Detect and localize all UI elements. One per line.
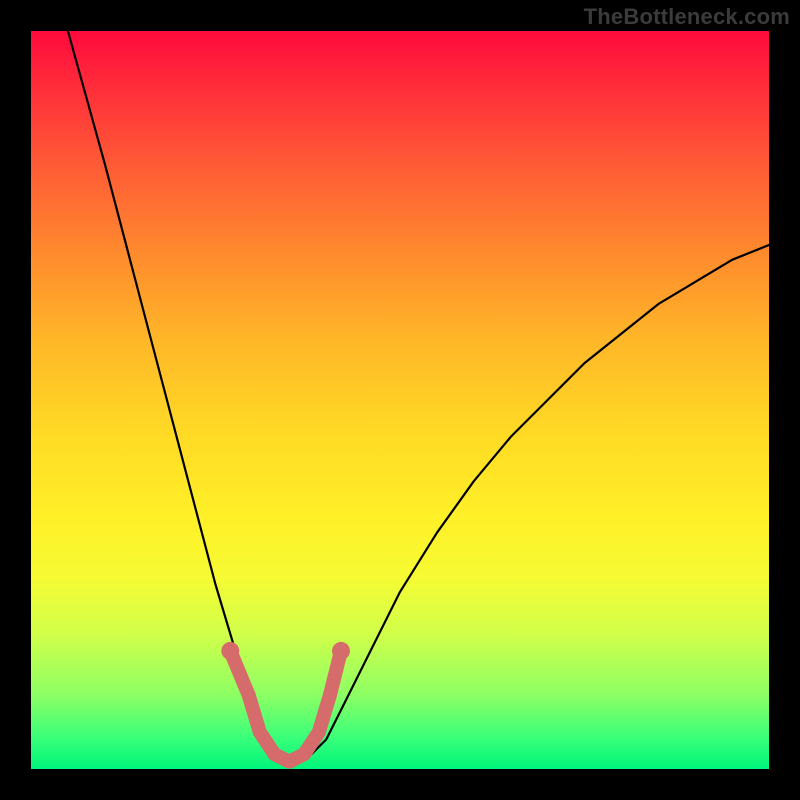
bracket-dot [312, 725, 326, 739]
bracket-dot [242, 688, 256, 702]
bracket-dot [323, 688, 337, 702]
curve-svg [31, 31, 769, 769]
bracket-dot [221, 642, 239, 660]
plot-area [31, 31, 769, 769]
chart-frame: TheBottleneck.com [0, 0, 800, 800]
bracket-dot [253, 725, 267, 739]
bracket-dot [282, 755, 296, 769]
bottleneck-curve [68, 31, 769, 762]
optimal-range-bracket [230, 651, 341, 762]
bracket-dot [297, 747, 311, 761]
bracket-dot [268, 747, 282, 761]
watermark-text: TheBottleneck.com [584, 4, 790, 30]
bracket-dot [332, 642, 350, 660]
